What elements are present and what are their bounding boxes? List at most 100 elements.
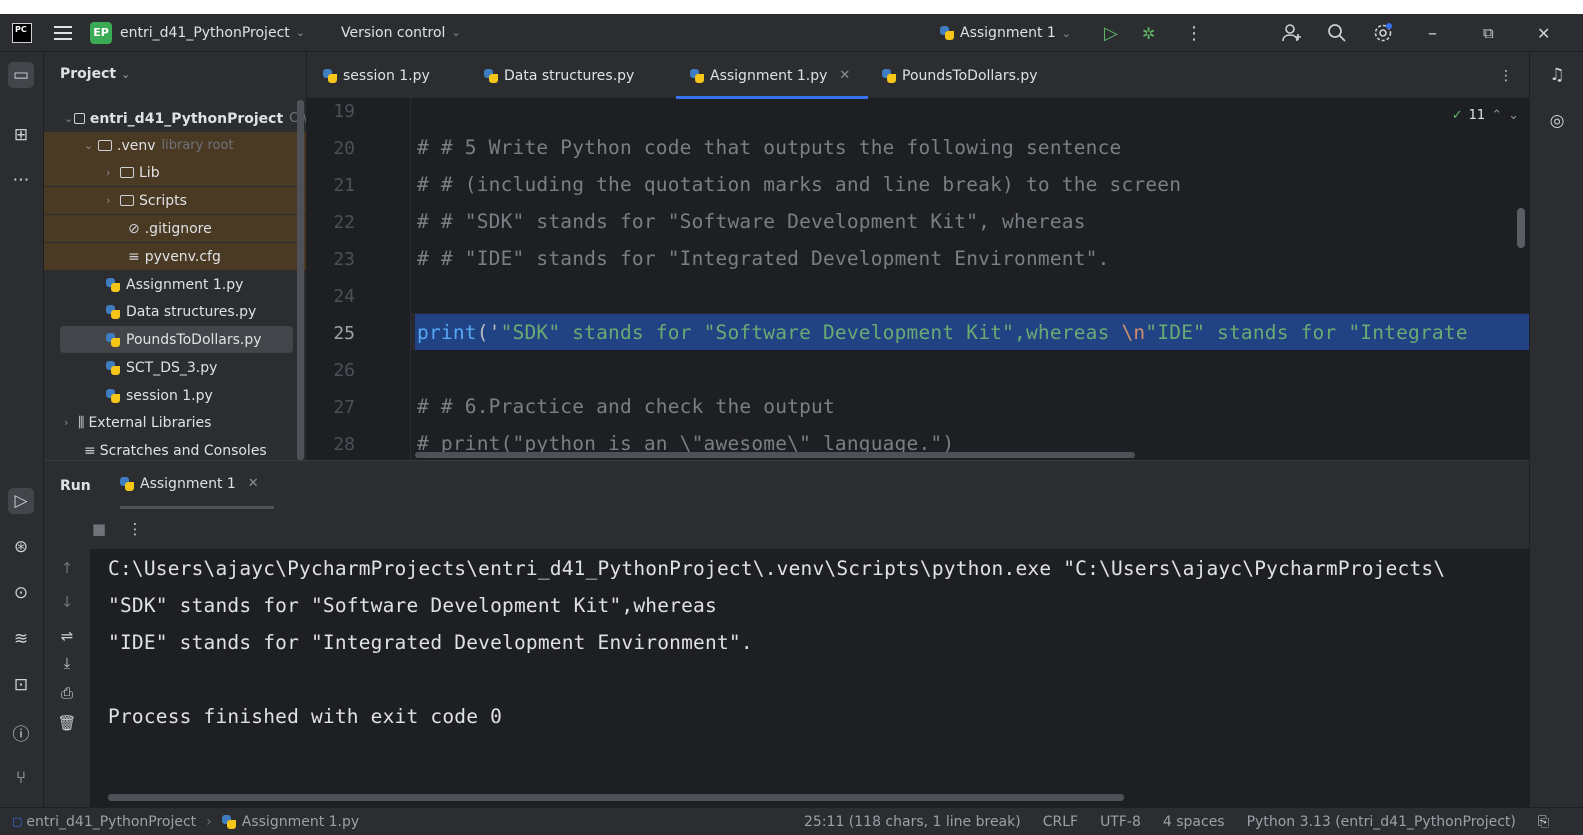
console-output-line: "IDE" stands for "Integrated Development… [108, 631, 753, 654]
console-horizontal-scrollbar[interactable] [108, 794, 1124, 801]
python-interpreter[interactable]: Python 3.13 (entri_d41_PythonProject) [1247, 814, 1516, 830]
print-icon[interactable]: ⎙ [56, 684, 78, 702]
python-file-icon [940, 26, 954, 40]
tab-data-structures[interactable]: Data structures.py [484, 52, 634, 99]
chevron-right-icon: › [64, 416, 69, 429]
code-line[interactable]: # # 6.Practice and check the output [417, 395, 835, 418]
scroll-to-end-icon[interactable]: ⤓ [56, 654, 78, 672]
tree-item-label: PoundsToDollars.py [126, 331, 262, 348]
code-token-function: print [417, 321, 477, 344]
tab-pounds-to-dollars[interactable]: PoundsToDollars.py [882, 52, 1038, 99]
status-bar: ▢ entri_d41_PythonProject › Assignment 1… [0, 807, 1583, 835]
more-vertical-icon[interactable]: ⋮ [124, 520, 146, 538]
tree-item-assignment[interactable]: Assignment 1.py [44, 271, 306, 298]
project-badge[interactable]: EP [90, 21, 112, 44]
chevron-up-icon[interactable]: ⌃ [1491, 108, 1502, 123]
tree-item-scratches[interactable]: ≡ Scratches and Consoles [44, 437, 306, 460]
project-panel-title[interactable]: Project ⌄ [60, 66, 130, 82]
arrow-up-icon[interactable]: ↑ [56, 559, 78, 577]
problems-icon[interactable]: ⓘ [8, 719, 34, 745]
inspection-widget[interactable]: ✓ 11 ⌃ ⌄ [1452, 108, 1519, 123]
debug-icon[interactable]: ✲ [1142, 14, 1155, 52]
tree-item-data-structures[interactable]: Data structures.py [44, 298, 306, 325]
tree-item-label: pyvenv.cfg [144, 248, 221, 265]
tree-item-lib[interactable]: › Lib [44, 159, 306, 186]
python-packages-icon[interactable]: ⊛ [8, 534, 34, 560]
tree-item-gitignore[interactable]: ⊘ .gitignore [44, 215, 306, 242]
python-file-icon [106, 360, 120, 375]
run-config-label: Assignment 1 [960, 25, 1056, 41]
gear-icon[interactable] [1372, 14, 1394, 52]
console-output-line: "SDK" stands for "Software Development K… [108, 594, 717, 617]
version-control-menu[interactable]: Version control ⌄ [333, 14, 461, 51]
breadcrumb-file[interactable]: Assignment 1.py [242, 814, 359, 830]
project-selector[interactable]: entri_d41_PythonProject ⌄ [112, 14, 305, 51]
minimize-button[interactable]: – [1428, 14, 1437, 52]
tree-item-venv[interactable]: ⌄ .venv library root [44, 132, 306, 159]
tree-item-pounds[interactable]: PoundsToDollars.py [60, 326, 293, 353]
git-icon[interactable]: ⑂ [8, 765, 34, 791]
lock-icon[interactable]: ⎘ [1538, 814, 1549, 830]
tree-item-pyvenv[interactable]: ≡ pyvenv.cfg [44, 243, 306, 270]
tree-item-project-root[interactable]: ⌄ entri_d41_PythonProject C:\ [44, 105, 306, 132]
add-user-icon[interactable] [1281, 14, 1303, 52]
run-icon[interactable]: ▷ [1104, 14, 1118, 52]
tree-item-label: Lib [139, 164, 160, 181]
code-line[interactable]: # # "IDE" stands for "Integrated Develop… [417, 247, 1110, 270]
tab-assignment-1[interactable]: Assignment 1.py ✕ [676, 52, 868, 99]
tree-item-sct[interactable]: SCT_DS_3.py [44, 354, 306, 381]
run-tool-icon[interactable]: ▷ [8, 488, 34, 514]
project-square-icon: ▢ [12, 815, 23, 828]
services-icon[interactable]: ⊙ [8, 580, 34, 606]
close-tab-icon[interactable]: ✕ [248, 476, 259, 491]
breadcrumb-project[interactable]: entri_d41_PythonProject [26, 814, 196, 830]
tree-item-session[interactable]: session 1.py [44, 382, 306, 409]
layers-icon[interactable]: ≋ [8, 626, 34, 652]
close-tab-icon[interactable]: ✕ [839, 68, 850, 83]
tree-item-scripts[interactable]: › Scripts [44, 187, 306, 214]
tab-session-1[interactable]: session 1.py [323, 52, 430, 99]
editor-vertical-scrollbar[interactable] [1517, 208, 1525, 248]
python-file-icon [690, 68, 704, 83]
soft-wrap-icon[interactable]: ⇌ [56, 627, 78, 645]
code-line[interactable]: # # 5 Write Python code that outputs the… [417, 136, 1121, 159]
more-horizontal-icon[interactable]: ⋯ [8, 167, 34, 193]
search-icon[interactable] [1327, 14, 1347, 52]
editor-tab-bar: session 1.py Data structures.py Assignme… [307, 52, 1529, 99]
main-menu-icon[interactable] [54, 25, 72, 40]
notifications-icon[interactable]: ♫ [1544, 62, 1570, 88]
tree-scrollbar[interactable] [297, 100, 304, 460]
editor-horizontal-scrollbar[interactable] [415, 452, 1135, 458]
project-tool-folder-icon[interactable]: ▭ [8, 62, 34, 88]
chevron-down-icon[interactable]: ⌄ [1508, 108, 1519, 123]
trash-icon[interactable]: 🗑 [56, 714, 78, 732]
indent-setting[interactable]: 4 spaces [1163, 814, 1225, 830]
arrow-down-icon[interactable]: ↓ [56, 593, 78, 611]
run-tab-assignment-1[interactable]: Assignment 1 ✕ [120, 461, 274, 509]
python-file-icon [106, 277, 120, 292]
ai-assistant-icon[interactable]: ◎ [1544, 108, 1570, 134]
code-token-escape: \n [1121, 321, 1146, 344]
tab-options-icon[interactable]: ⋮ [1499, 52, 1513, 99]
run-config-selector[interactable]: Assignment 1 ⌄ [940, 14, 1071, 52]
stop-icon[interactable]: ■ [88, 520, 110, 538]
close-window-button[interactable]: ✕ [1537, 14, 1550, 52]
folder-icon [120, 167, 134, 178]
run-toolbar: ↻ ■ ⋮ [44, 509, 1529, 549]
tree-item-tag: library root [161, 138, 234, 153]
structure-icon[interactable]: ⊞ [8, 122, 34, 148]
code-line[interactable]: # # (including the quotation marks and l… [417, 173, 1181, 196]
terminal-icon[interactable]: ⊡ [8, 672, 34, 698]
more-vertical-icon[interactable]: ⋮ [1185, 14, 1203, 52]
code-line-selected[interactable]: print('"SDK" stands for "Software Develo… [417, 321, 1468, 344]
tree-item-label: .venv [117, 137, 156, 154]
tab-label: Assignment 1.py [710, 67, 828, 84]
line-separator[interactable]: CRLF [1043, 814, 1078, 830]
cursor-position[interactable]: 25:11 (118 chars, 1 line break) [804, 814, 1021, 830]
tree-item-external-libraries[interactable]: › ⫼ External Libraries [44, 409, 306, 436]
line-number: 21 [333, 175, 355, 196]
restore-button[interactable]: ⧉ [1483, 14, 1494, 52]
folder-icon [74, 113, 85, 124]
file-encoding[interactable]: UTF-8 [1100, 814, 1141, 830]
code-line[interactable]: # # "SDK" stands for "Software Developme… [417, 210, 1086, 233]
